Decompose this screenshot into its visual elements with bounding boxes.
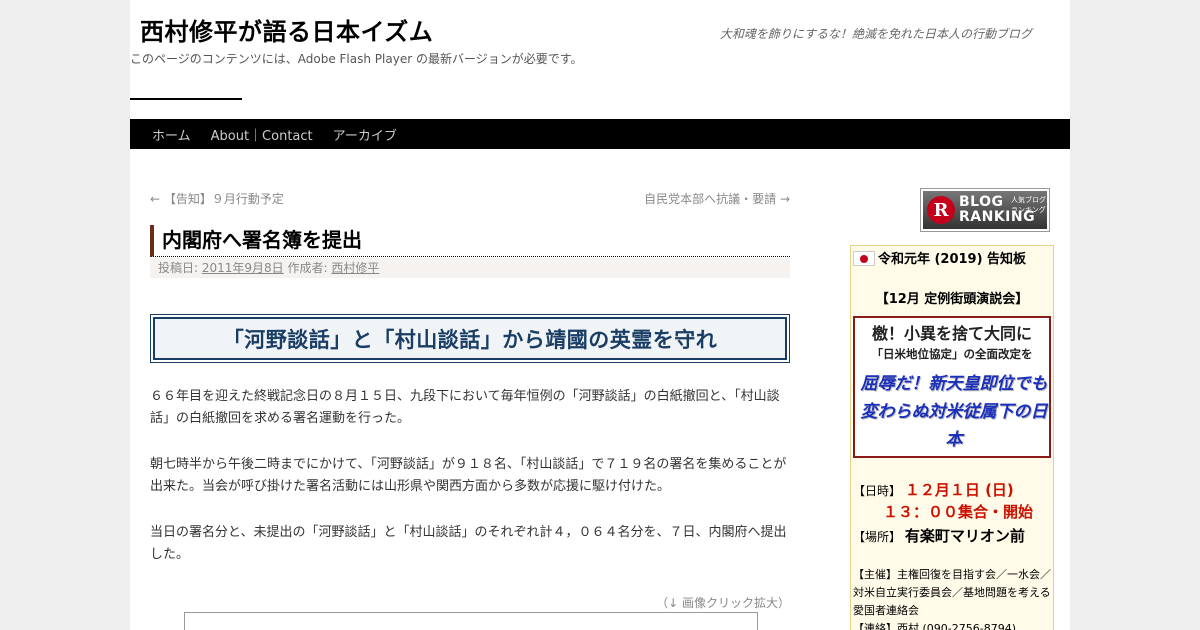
event-date-row: 【日時】 １２月１日 (日) (853, 479, 1014, 500)
notice-event-title: 【12月 定例街頭演説会】 (875, 292, 1029, 307)
next-post-link[interactable]: 自民党本部へ抗議・要請 → (644, 190, 790, 207)
nav-item-about-contact[interactable]: About｜Contact (201, 125, 323, 144)
place-value: 有楽町マリオン前 (904, 527, 1025, 545)
poster-line-1: 檄！小異を捨て大同に (871, 324, 1032, 343)
nav-item-home[interactable]: ホーム (142, 125, 201, 144)
notice-board: 令和元年 (2019) 告知板 【12月 定例街頭演説会】 檄！小異を捨て大同に… (850, 245, 1054, 630)
site-description: 大和魂を飾りにするな！絶滅を免れた日本人の行動ブログ (719, 27, 1032, 41)
post-image[interactable] (184, 612, 758, 630)
date-label: 【日時】 (853, 484, 902, 498)
paragraph-2: 朝七時半から午後二時までにかけて、「河野談話」が９１８名、「村山談話」で７１９名… (150, 457, 787, 494)
main-nav: ホーム About｜Contact アーカイブ (130, 119, 1070, 149)
headline-text: 「河野談話」と「村山談話」から靖國の英霊を守れ (153, 317, 787, 360)
meta-author-label: 作成者: (287, 261, 328, 275)
event-organizer: 【主催】主権回復を目指す会／一水会／対米自立実行委員会／基地問題を考える愛国者連… (853, 566, 1053, 630)
blog-ranking-small: 人気ブログランキング (1011, 196, 1046, 214)
previous-post-link[interactable]: ← 【告知】９月行動予定 (150, 190, 284, 207)
poster-line-2: 「日米地位協定」の全面改定を (871, 347, 1033, 361)
nav-item-archive[interactable]: アーカイブ (323, 125, 407, 144)
image-caption: （↓ 画像クリック拡大） (656, 596, 790, 610)
meta-date-link[interactable]: 2011年9月8日 (202, 261, 284, 275)
date-value: １２月１日 (日) (904, 481, 1014, 499)
header-divider (130, 98, 242, 100)
page: 西村修平が語る日本イズム 大和魂を飾りにするな！絶滅を免れた日本人の行動ブログ … (130, 0, 1070, 630)
paragraph-1: ６６年目を迎えた終戦記念日の８月１５日、九段下において毎年恒例の「河野談話」の白… (150, 389, 780, 426)
flash-player-notice: このページのコンテンツには、Adobe Flash Player の最新バージョ… (130, 52, 583, 66)
contact-text: 【連絡】西村 (090-2756-8794) (853, 622, 1017, 630)
event-place-row: 【場所】 有楽町マリオン前 (853, 525, 1025, 546)
time-value: １３：００集合・開始 (883, 503, 1034, 521)
blog-ranking-logo-icon: R (927, 196, 955, 224)
notice-heading: 令和元年 (2019) 告知板 (877, 252, 1027, 267)
entry-title: 内閣府へ署名簿を提出 (150, 225, 790, 257)
meta-author-link[interactable]: 西村修平 (331, 261, 379, 275)
blog-ranking-inner: R BLOG RANKING 人気ブログランキング (923, 191, 1047, 229)
site-title[interactable]: 西村修平が語る日本イズム (140, 12, 433, 47)
headline-box: 「河野談話」と「村山談話」から靖國の英霊を守れ (150, 314, 790, 363)
event-time-row: １３：００集合・開始 (883, 501, 1033, 522)
entry-meta: 投稿日: 2011年9月8日 作成者: 西村修平 (150, 258, 790, 278)
event-poster[interactable]: 檄！小異を捨て大同に 「日米地位協定」の全面改定を 屈辱だ！新天皇即位でも変わら… (853, 316, 1051, 458)
blog-ranking-banner[interactable]: R BLOG RANKING 人気ブログランキング (920, 188, 1050, 232)
organizer-text: 【主催】主権回復を目指す会／一水会／対米自立実行委員会／基地問題を考える愛国者連… (853, 568, 1051, 617)
poster-line-3: 屈辱だ！新天皇即位でも変わらぬ対米従属下の日本 (860, 374, 1048, 450)
place-label: 【場所】 (853, 530, 902, 544)
paragraph-3: 当日の署名分と、未提出の「河野談話」と「村山談話」のそれぞれ計４，０６４名分を、… (150, 525, 787, 562)
meta-posted-label: 投稿日: (158, 261, 199, 275)
